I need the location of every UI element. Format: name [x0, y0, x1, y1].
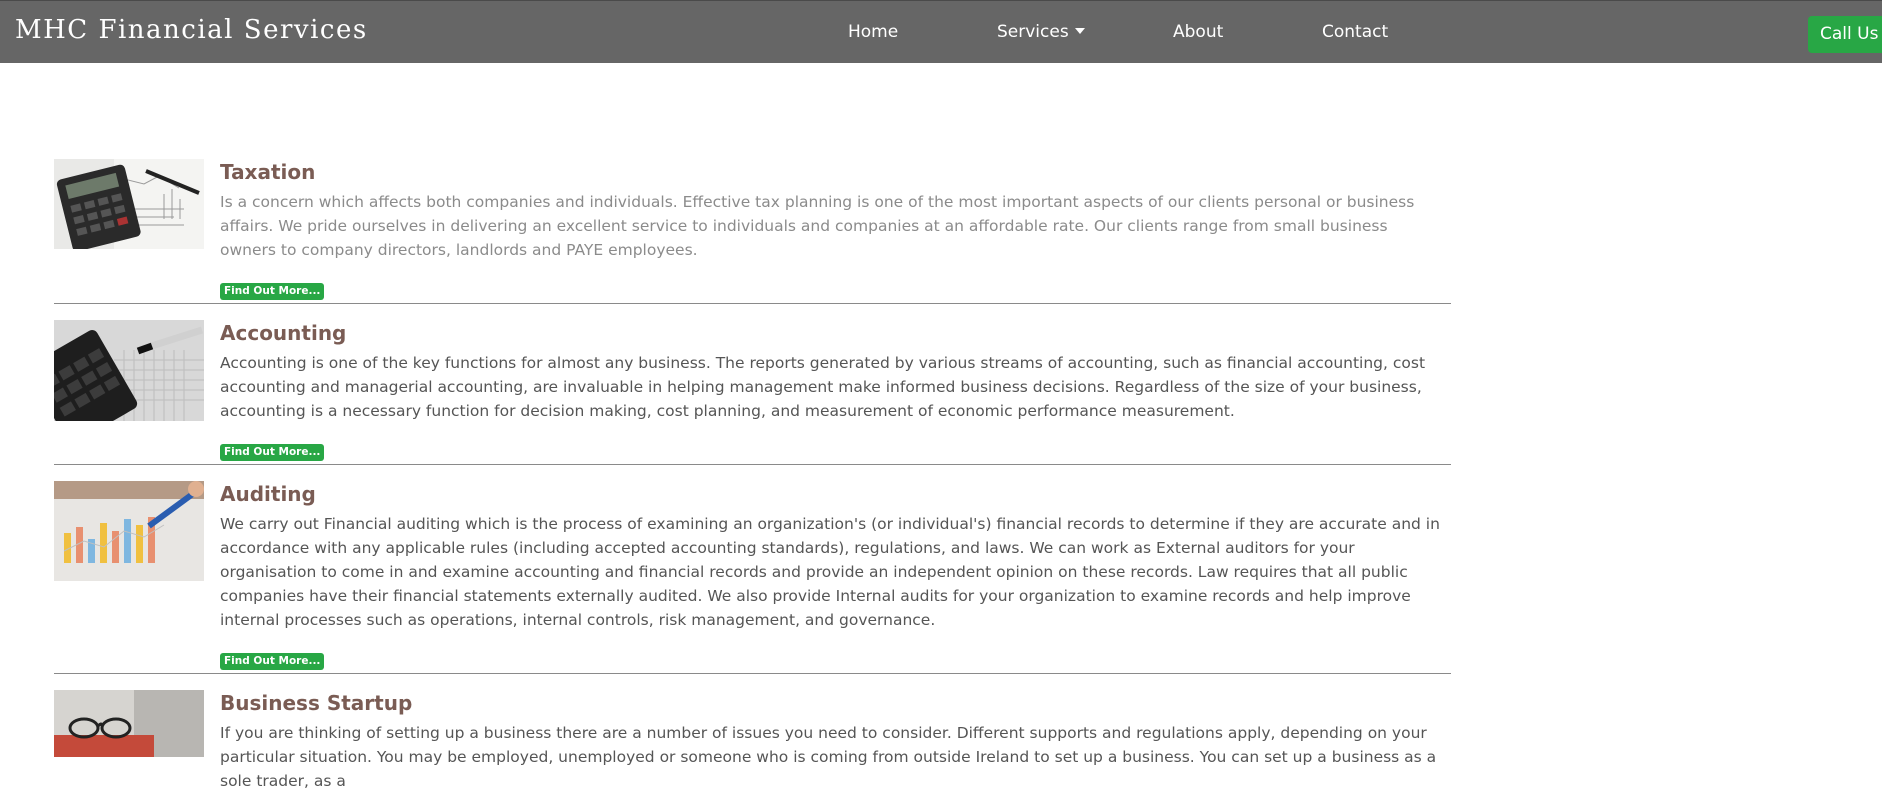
nav-services[interactable]: Services — [997, 22, 1085, 42]
service-business-startup-body: Business Startup If you are thinking of … — [220, 690, 1450, 793]
service-description: If you are thinking of setting up a busi… — [220, 724, 1437, 790]
find-out-more-button[interactable]: Find Out More... — [220, 444, 325, 461]
find-out-more-button[interactable]: Find Out More... — [220, 283, 325, 300]
nav-contact[interactable]: Contact — [1322, 22, 1388, 42]
find-out-more-button[interactable]: Find Out More... — [220, 653, 325, 670]
service-taxation-body: Taxation Is a concern which affects both… — [220, 159, 1450, 262]
top-navbar: MHC Financial Services Home Services Abo… — [0, 0, 1882, 63]
service-description: We carry out Financial auditing which is… — [220, 515, 1440, 629]
call-us-button[interactable]: Call Us — [1808, 16, 1882, 53]
service-title: Taxation — [220, 160, 316, 184]
service-title: Business Startup — [220, 691, 413, 715]
service-accounting-body: Accounting Accounting is one of the key … — [220, 320, 1450, 423]
service-description: Accounting is one of the key functions f… — [220, 354, 1426, 420]
nav-about[interactable]: About — [1173, 22, 1223, 42]
calculator-photo-icon — [54, 159, 204, 249]
divider — [54, 464, 1451, 465]
chart-pen-photo-icon — [54, 481, 204, 581]
divider — [54, 673, 1451, 674]
nav-services-label: Services — [997, 22, 1069, 42]
service-auditing-body: Auditing We carry out Financial auditing… — [220, 481, 1450, 632]
caret-down-icon — [1074, 28, 1085, 34]
divider — [54, 303, 1451, 304]
brand-logo[interactable]: MHC Financial Services — [15, 15, 368, 45]
service-title: Accounting — [220, 321, 347, 345]
service-description: Is a concern which affects both companie… — [220, 193, 1415, 259]
nav-home[interactable]: Home — [848, 22, 898, 42]
calculator-pen-photo-icon — [54, 320, 204, 421]
service-title: Auditing — [220, 482, 316, 506]
glasses-paper-photo-icon — [54, 690, 204, 757]
